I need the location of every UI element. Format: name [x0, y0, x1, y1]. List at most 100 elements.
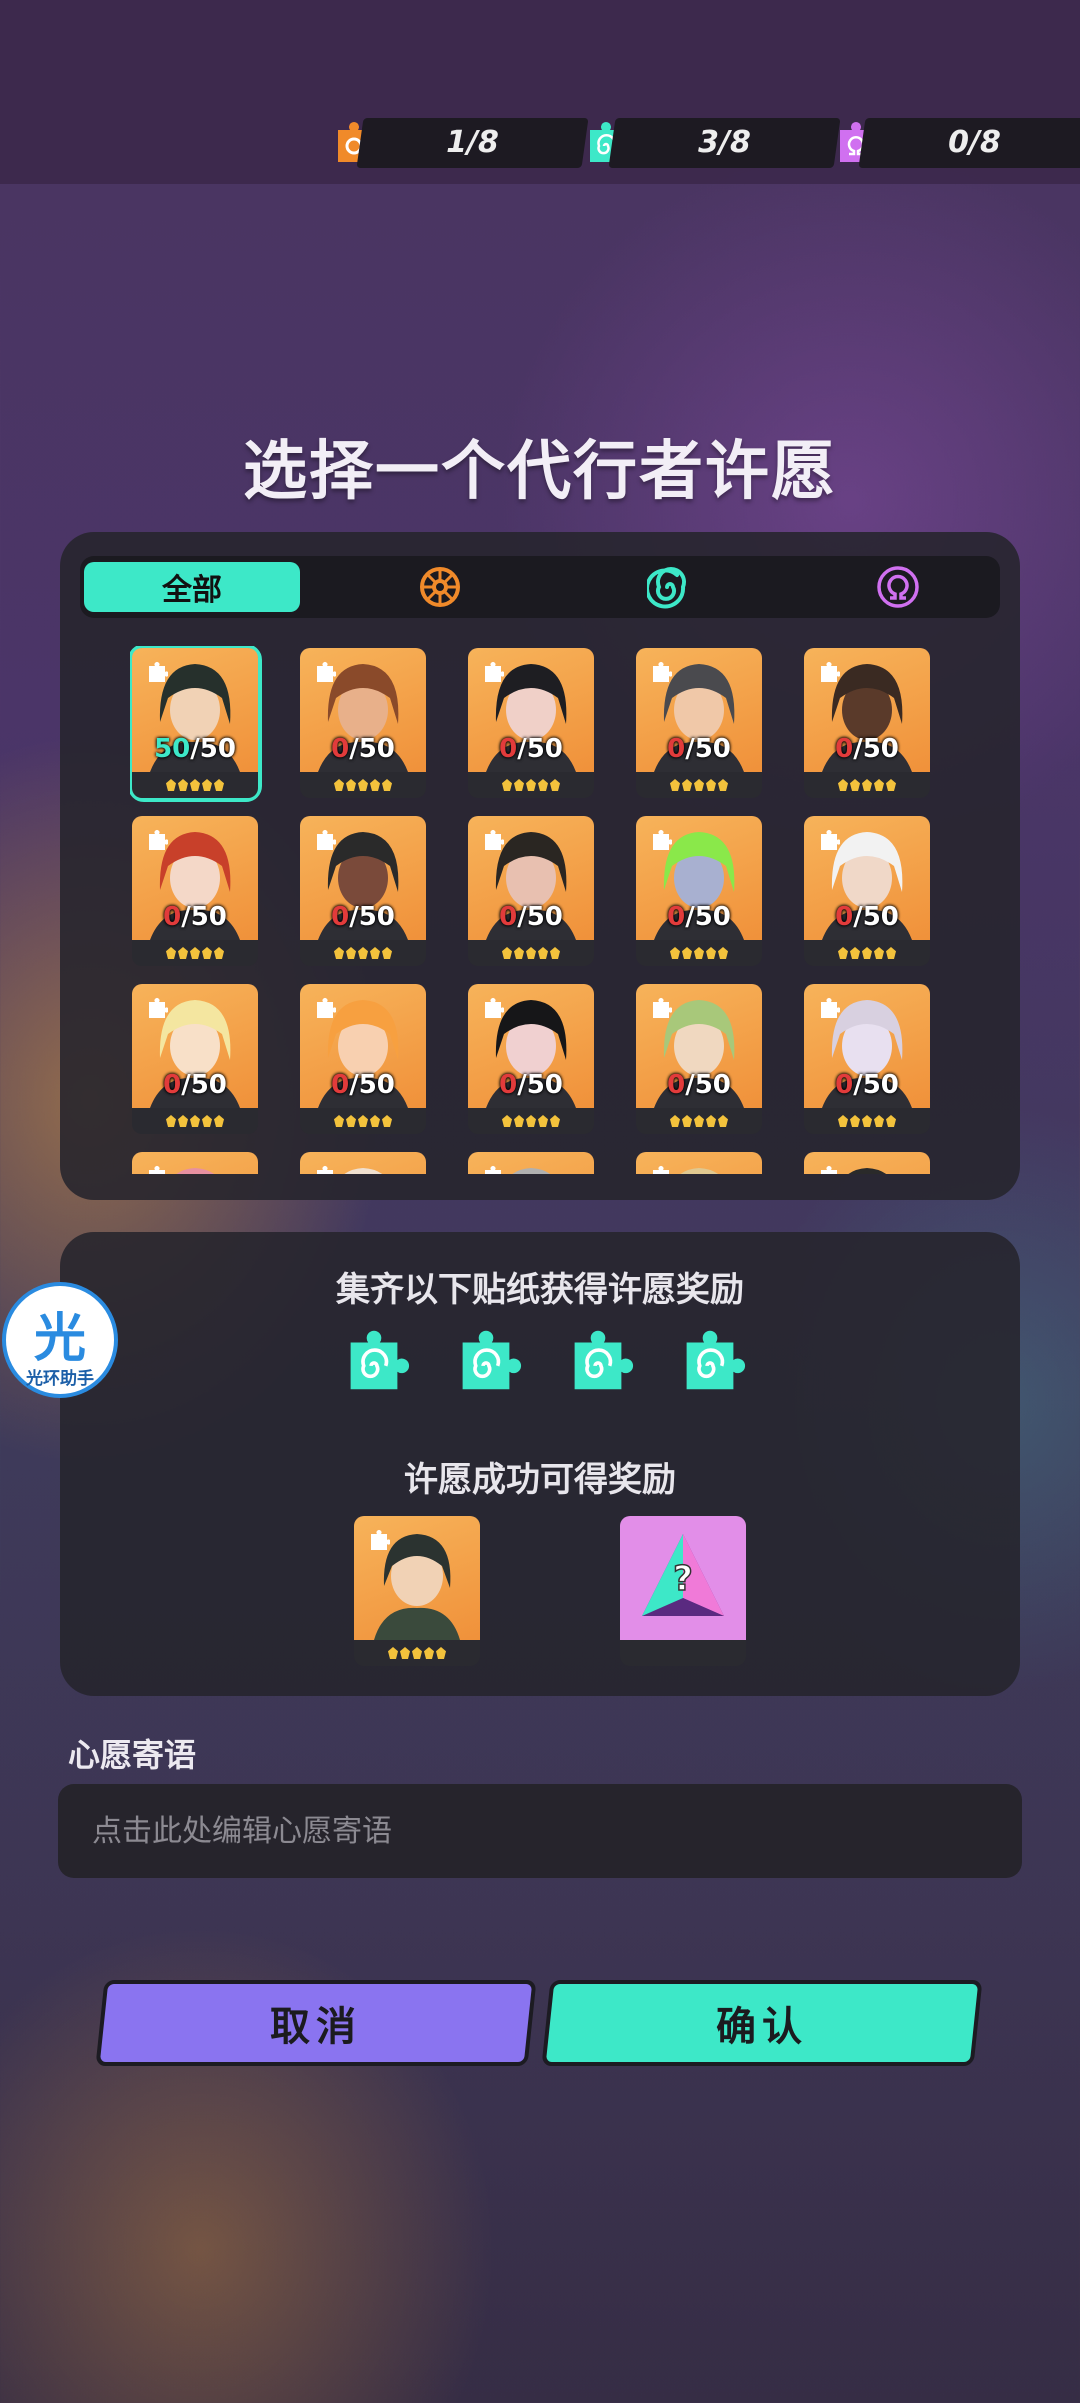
fragment-required: /50: [349, 1070, 395, 1100]
fragment-count: 0/50: [636, 902, 762, 932]
agent-card[interactable]: 0/50: [468, 984, 594, 1134]
agent-card[interactable]: 0/50: [804, 816, 930, 966]
orange-sticker-counter: 1/8: [356, 118, 589, 168]
fragment-count: 0/50: [468, 734, 594, 764]
agent-card[interactable]: 0/50: [804, 648, 930, 798]
cancel-button-label: 取消: [270, 2004, 362, 2050]
fragment-owned: 0: [331, 734, 350, 764]
agent-card[interactable]: 0/50: [132, 816, 258, 966]
sticker-badge-icon: [485, 1166, 501, 1174]
purple-sticker-counter: 0/8: [858, 118, 1080, 168]
fragment-count: 50/50: [132, 734, 258, 764]
green-swirl-sticker-icon: [462, 1330, 522, 1390]
fragment-required: /50: [517, 902, 563, 932]
agent-card[interactable]: [804, 1152, 930, 1174]
agent-grid: 50/50 0/50 0/50 0/50 0/50 0/50 0/50 0/50 0/50 0/5…: [130, 646, 950, 1174]
sticker-badge-icon: [317, 998, 336, 1018]
fragment-owned: 0: [667, 1070, 686, 1100]
required-stickers: [336, 1322, 756, 1402]
wish-label: 心愿寄语: [68, 1736, 197, 1774]
fragment-count: 0/50: [132, 1070, 258, 1100]
fragment-owned: 0: [499, 902, 518, 932]
fragment-required: /50: [685, 1070, 731, 1100]
star-rating: [132, 772, 258, 798]
green-swirl-sticker-icon: [350, 1330, 410, 1390]
fragment-count: 0/50: [468, 902, 594, 932]
tab-all[interactable]: 全部: [84, 562, 300, 612]
agent-card[interactable]: [300, 1152, 426, 1174]
sticker-badge-icon: [149, 998, 168, 1018]
agent-card[interactable]: [132, 1152, 258, 1174]
fragment-owned: 0: [835, 902, 854, 932]
fragment-required: /50: [853, 902, 899, 932]
fragment-required: /50: [349, 734, 395, 764]
agent-card[interactable]: 0/50: [300, 984, 426, 1134]
sticker-badge-icon: [821, 662, 840, 682]
wish-message-input[interactable]: [58, 1784, 1022, 1878]
sticker-badge-icon: [653, 662, 672, 682]
agent-card[interactable]: 0/50: [300, 648, 426, 798]
fragment-owned: 0: [163, 1070, 182, 1100]
star-rating: [354, 1640, 480, 1666]
swirl-tab-icon: [647, 567, 686, 609]
fragment-count: 0/50: [468, 1070, 594, 1100]
agent-card[interactable]: 0/50: [300, 816, 426, 966]
fragment-owned: 0: [835, 734, 854, 764]
mystery-prism-icon: ?: [642, 1534, 724, 1616]
fragment-owned: 0: [667, 734, 686, 764]
confirm-button[interactable]: 确认: [541, 1980, 983, 2066]
agent-card[interactable]: 0/50: [132, 984, 258, 1134]
sticker-badge-icon: [485, 998, 504, 1018]
fragment-required: /50: [853, 1070, 899, 1100]
fragment-count: 0/50: [300, 1070, 426, 1100]
star-rating: [636, 940, 762, 966]
halo-assistant-float-button[interactable]: 光 光环助手: [2, 1282, 118, 1398]
filter-tabs: 全部: [80, 556, 1000, 618]
fragment-count: 0/50: [804, 1070, 930, 1100]
agent-card[interactable]: 0/50: [636, 984, 762, 1134]
star-rating: [636, 772, 762, 798]
star-rating: [804, 1108, 930, 1134]
agent-card[interactable]: [468, 1152, 594, 1174]
reward-agent-card: [354, 1516, 480, 1666]
tab-sun[interactable]: [340, 562, 540, 612]
fragment-required: /50: [685, 734, 731, 764]
fragment-required: /50: [190, 734, 236, 764]
star-rating: [132, 1108, 258, 1134]
agent-card[interactable]: 0/50: [468, 648, 594, 798]
sticker-badge-icon: [149, 830, 168, 850]
star-rating: [132, 940, 258, 966]
fragment-required: /50: [181, 1070, 227, 1100]
fragment-owned: 0: [331, 902, 350, 932]
fragment-owned: 0: [163, 902, 182, 932]
sticker-badge-icon: [485, 830, 504, 850]
fragment-count: 0/50: [300, 734, 426, 764]
helper-label: 光环助手: [26, 1369, 94, 1389]
sticker-badge-icon: [485, 662, 504, 682]
agent-card[interactable]: 0/50: [636, 648, 762, 798]
fragment-owned: 0: [331, 1070, 350, 1100]
cancel-button[interactable]: 取消: [95, 1980, 537, 2066]
sticker-badge-icon: [821, 998, 840, 1018]
agent-card[interactable]: 50/50: [130, 646, 262, 802]
agent-card[interactable]: [636, 1152, 762, 1174]
tab-omega[interactable]: [798, 562, 998, 612]
fragment-count: 0/50: [636, 1070, 762, 1100]
sticker-badge-icon: [821, 830, 840, 850]
helper-logo-char: 光: [33, 1309, 86, 1369]
fragment-count: 0/50: [804, 734, 930, 764]
svg-text:?: ?: [673, 1559, 693, 1599]
tab-swirl[interactable]: [570, 562, 770, 612]
fragment-count: 0/50: [300, 902, 426, 932]
fragment-required: /50: [349, 902, 395, 932]
sticker-badge-icon: [653, 998, 672, 1018]
green-swirl-sticker-icon: [574, 1330, 634, 1390]
collect-title: 集齐以下贴纸获得许愿奖励: [336, 1270, 744, 1310]
star-rating: [804, 940, 930, 966]
sticker-badge-icon: [149, 1166, 165, 1174]
agent-card[interactable]: 0/50: [468, 816, 594, 966]
agent-card[interactable]: 0/50: [804, 984, 930, 1134]
star-rating: [300, 1108, 426, 1134]
sticker-badge-icon: [653, 1166, 669, 1174]
agent-card[interactable]: 0/50: [636, 816, 762, 966]
